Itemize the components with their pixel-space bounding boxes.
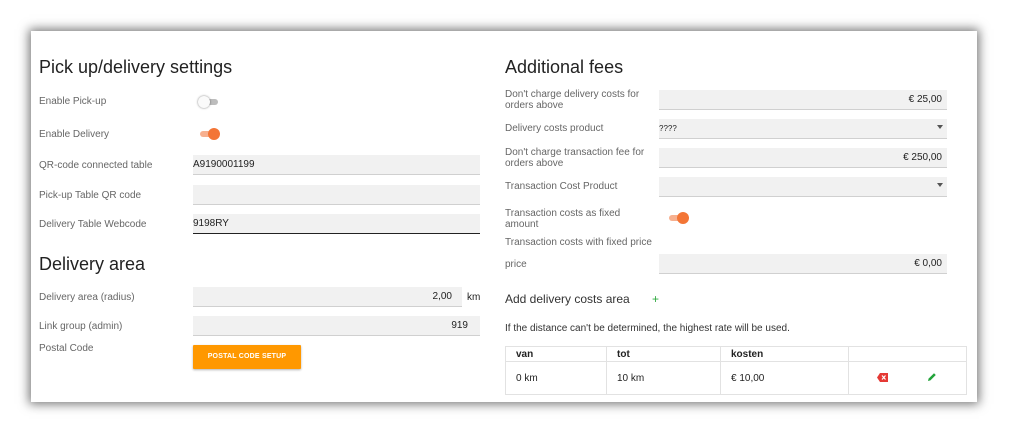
no-delivery-costs-field[interactable]: € 25,00 xyxy=(659,90,947,110)
radius-field[interactable]: 2,00 xyxy=(193,287,462,307)
delivery-area-title: Delivery area xyxy=(39,254,146,274)
settings-card: Pick up/delivery settings Enable Pick-up… xyxy=(31,31,977,402)
column-header-kosten: kosten xyxy=(720,346,849,362)
delivery-table-field[interactable]: 9198RY xyxy=(193,214,480,234)
no-delivery-costs-label: Don't charge delivery costs for orders a… xyxy=(505,89,640,111)
radius-label: Delivery area (radius) xyxy=(39,292,135,303)
delivery-costs-table: van tot kosten 0 km 10 km € 10,00 xyxy=(505,346,967,395)
column-header-tot: tot xyxy=(606,346,721,362)
fixed-amount-toggle[interactable] xyxy=(667,211,689,225)
delete-icon[interactable] xyxy=(877,372,888,385)
plus-icon[interactable]: + xyxy=(652,292,659,306)
cell-kosten: € 10,00 xyxy=(720,361,849,395)
price-label: price xyxy=(505,259,527,270)
delivery-product-label: Delivery costs product xyxy=(505,123,604,134)
qr-code-value: A9190001199 xyxy=(193,159,255,170)
enable-delivery-toggle[interactable] xyxy=(198,127,220,141)
postal-code-setup-button[interactable]: POSTAL CODE SETUP xyxy=(193,345,301,369)
transaction-product-label: Transaction Cost Product xyxy=(505,181,618,192)
pencil-icon[interactable] xyxy=(927,372,937,385)
cell-van: 0 km xyxy=(505,361,607,395)
transaction-product-select[interactable] xyxy=(659,177,947,197)
delivery-product-select[interactable]: ???? xyxy=(659,119,947,139)
enable-pickup-label: Enable Pick-up xyxy=(39,96,107,107)
distance-note: If the distance can't be determined, the… xyxy=(505,323,790,334)
delivery-costs-area-title: Add delivery costs area xyxy=(505,292,630,306)
no-transaction-fee-field[interactable]: € 250,00 xyxy=(659,148,947,168)
enable-delivery-label: Enable Delivery xyxy=(39,129,110,140)
additional-fees-title: Additional fees xyxy=(505,57,624,77)
qr-code-label: QR-code connected table xyxy=(39,160,153,171)
chevron-down-icon xyxy=(937,125,943,129)
radius-unit: km xyxy=(467,292,481,303)
fixed-price-label: Transaction costs with fixed price xyxy=(505,237,652,248)
radius-value: 2,00 xyxy=(432,291,452,302)
link-group-field[interactable]: 919 xyxy=(193,316,480,336)
delivery-product-value: ???? xyxy=(659,124,677,133)
fixed-amount-label: Transaction costs as fixed amount xyxy=(505,208,621,230)
pickup-delivery-title: Pick up/delivery settings xyxy=(39,57,233,77)
delivery-table-label: Delivery Table Webcode xyxy=(39,219,147,230)
link-group-value: 919 xyxy=(451,320,468,331)
no-transaction-fee-label: Don't charge transaction fee for orders … xyxy=(505,147,645,169)
price-value: € 0,00 xyxy=(914,258,942,269)
enable-pickup-toggle[interactable] xyxy=(198,95,220,109)
delivery-table-value: 9198RY xyxy=(193,218,229,229)
table-header-row: van tot kosten xyxy=(505,346,967,362)
column-header-van: van xyxy=(505,346,607,362)
no-transaction-fee-value: € 250,00 xyxy=(903,152,942,163)
cell-tot: 10 km xyxy=(606,361,721,395)
column-header-actions xyxy=(848,346,967,362)
qr-code-field[interactable]: A9190001199 xyxy=(193,155,480,175)
pickup-table-field[interactable] xyxy=(193,185,480,205)
link-group-label: Link group (admin) xyxy=(39,321,123,332)
no-delivery-costs-value: € 25,00 xyxy=(908,94,942,105)
postal-code-label: Postal Code xyxy=(39,343,94,354)
table-row: 0 km 10 km € 10,00 xyxy=(505,361,967,395)
price-field[interactable]: € 0,00 xyxy=(659,254,947,274)
chevron-down-icon xyxy=(937,183,943,187)
cell-actions xyxy=(848,361,967,395)
pickup-table-label: Pick-up Table QR code xyxy=(39,190,142,201)
